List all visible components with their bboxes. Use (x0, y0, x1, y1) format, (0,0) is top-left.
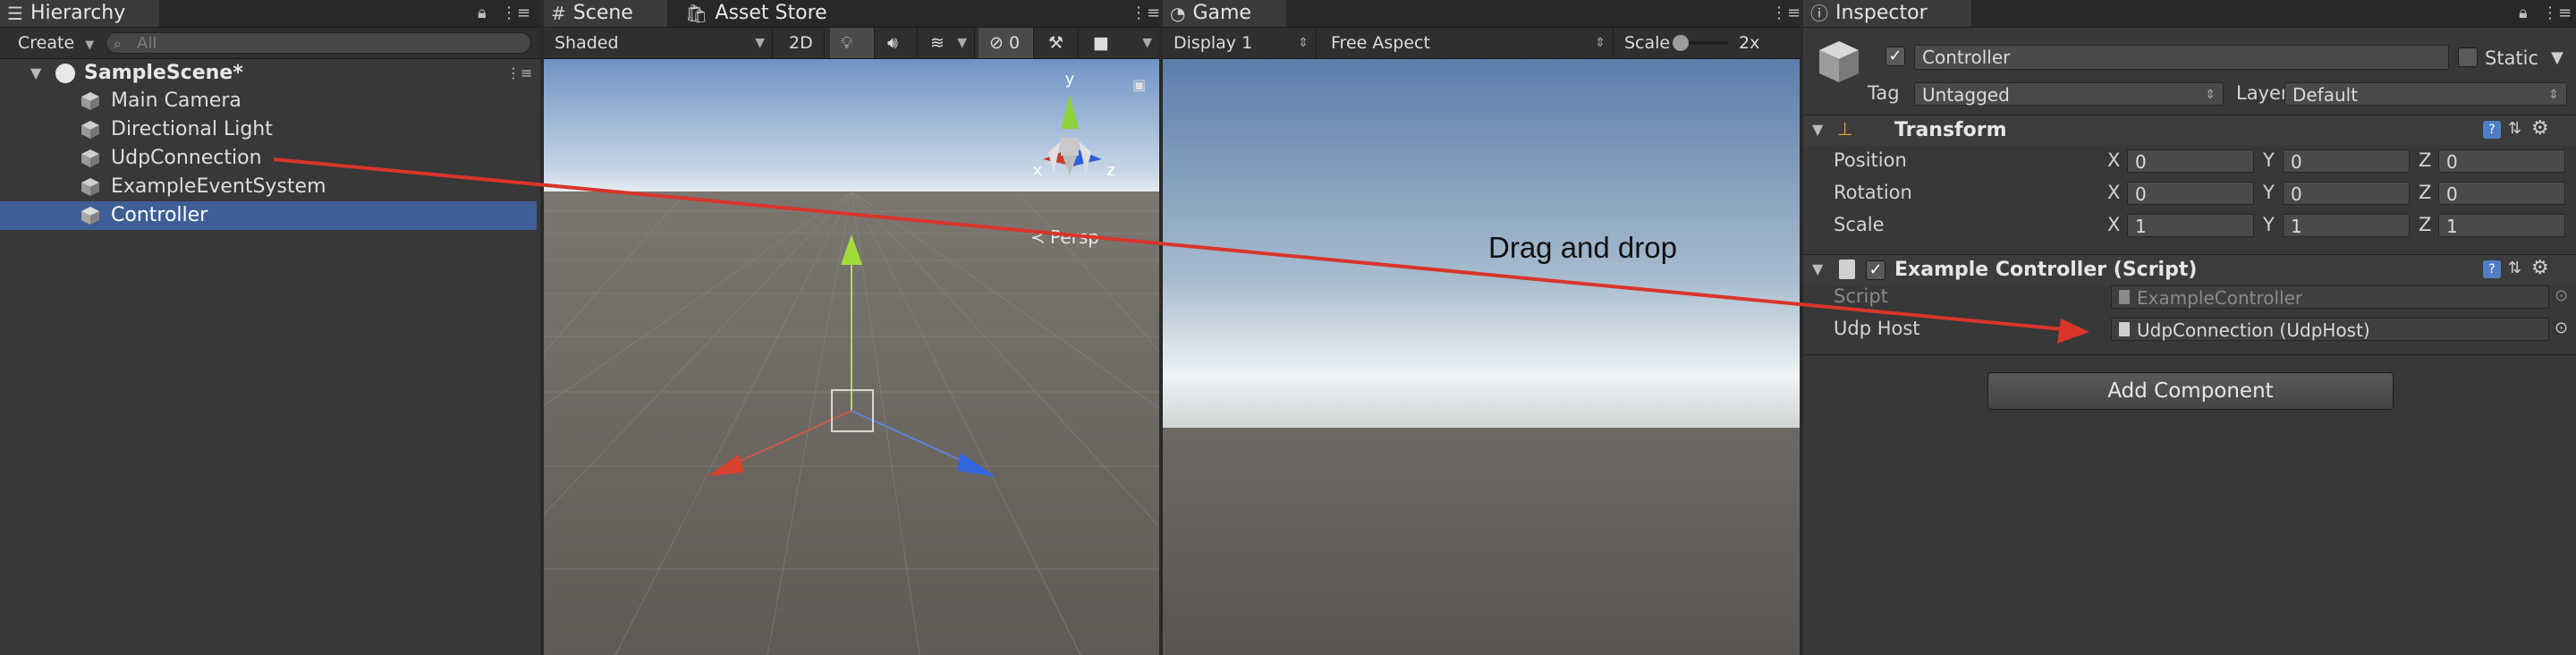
drag-arrow (273, 157, 2083, 333)
drag-annotation-overlay (273, 157, 2089, 344)
drag-arrowhead (2057, 319, 2089, 344)
drag-and-drop-label: Drag and drop (1488, 231, 1677, 264)
